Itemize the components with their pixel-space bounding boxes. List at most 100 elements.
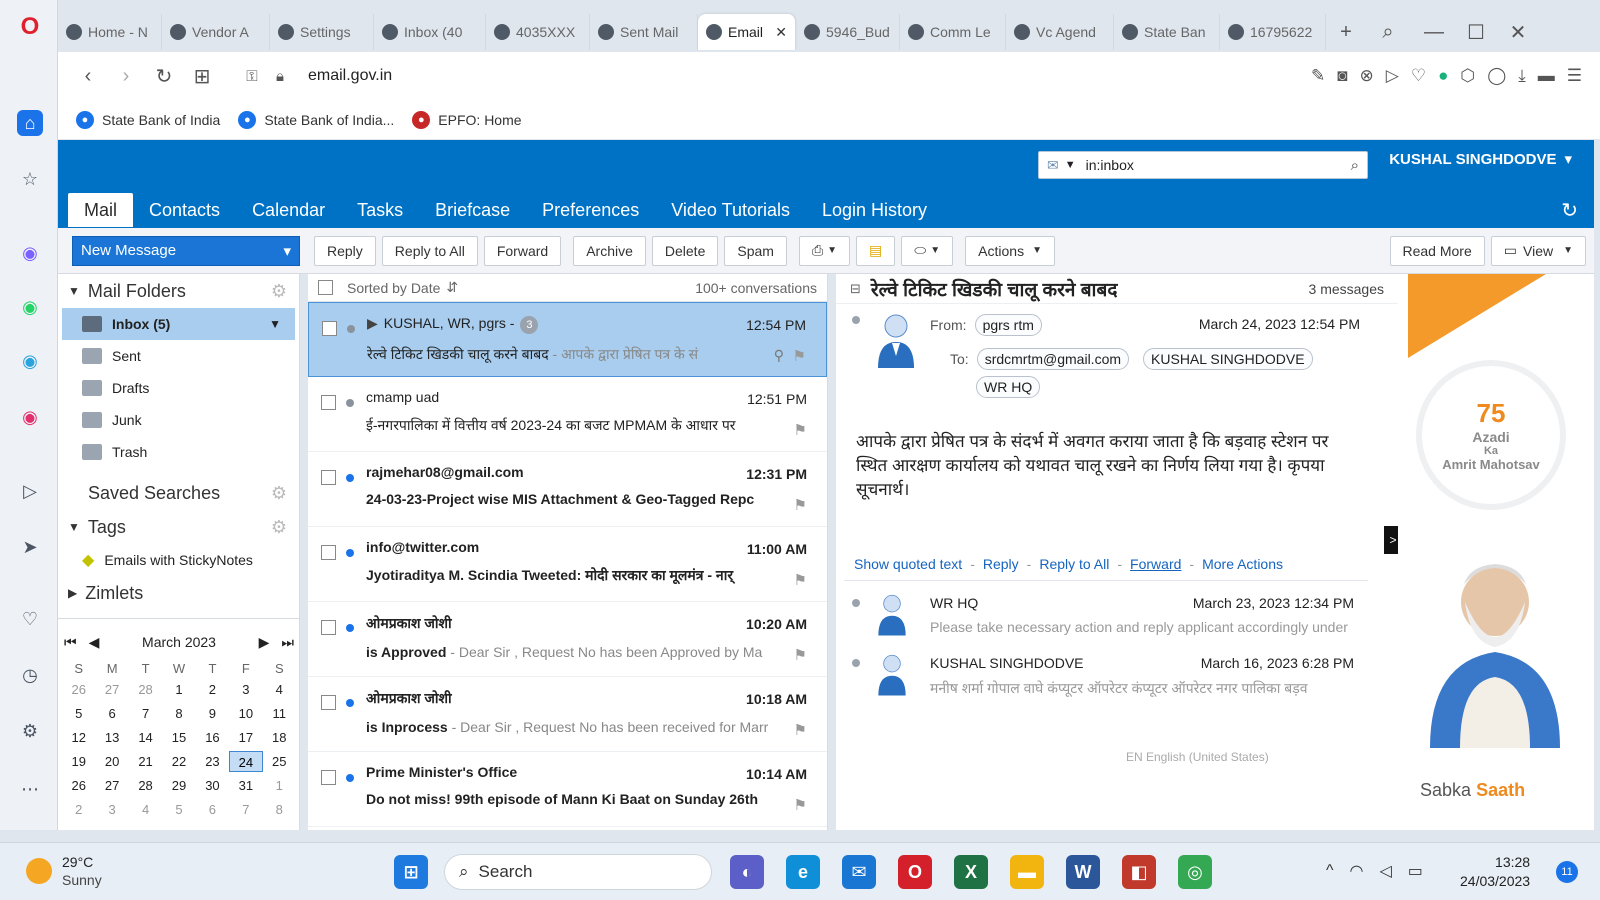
teams-icon[interactable]: ◐ [730, 855, 764, 889]
weather-widget[interactable]: 29°C Sunny [26, 853, 102, 889]
calendar-day[interactable]: 18 [263, 727, 296, 748]
browser-tab[interactable]: Vc Agend [1006, 14, 1114, 50]
file-explorer-icon[interactable]: ▬ [1010, 855, 1044, 889]
message-list-item[interactable]: ओमप्रकाश जोशी 10:20 AM is Approved - Dear … [308, 602, 827, 677]
collapse-icon[interactable]: ▼ [68, 520, 80, 534]
expand-icon[interactable]: ▶ [68, 586, 77, 600]
next-year-icon[interactable]: ⏭ [281, 634, 294, 651]
wifi-icon[interactable]: ◠ [1350, 861, 1364, 881]
tab-tasks[interactable]: Tasks [341, 193, 419, 227]
chevron-up-icon[interactable]: ^ [1326, 862, 1334, 880]
actions-button[interactable]: Actions ▼ [965, 235, 1055, 266]
calendar-day[interactable]: 5 [162, 799, 195, 820]
calendar-day[interactable]: 2 [196, 679, 229, 700]
minimize-icon[interactable]: — [1420, 18, 1448, 46]
search-icon[interactable]: ⌕ [1351, 157, 1359, 174]
reply-all-link[interactable]: Reply to All [1039, 556, 1109, 572]
thread-message[interactable]: KUSHAL SINGHDODVE March 16, 2023 6:28 PM म… [844, 641, 1368, 701]
archive-button[interactable]: Archive [573, 235, 646, 266]
calendar-day[interactable]: 4 [129, 799, 162, 820]
flag-icon[interactable]: ⚑ [793, 347, 806, 365]
flag-icon[interactable]: ⚑ [794, 646, 807, 664]
gear-icon[interactable]: ⚙ [271, 517, 287, 538]
calendar-day[interactable]: 16 [196, 727, 229, 748]
windows-start-icon[interactable]: ⊞ [394, 855, 428, 889]
to-chip[interactable]: srdcmrtm@gmail.com [976, 348, 1130, 370]
message-checkbox[interactable] [321, 545, 336, 560]
app-icon[interactable]: ◧ [1122, 855, 1156, 889]
browser-tab[interactable]: 4035XXX [486, 14, 590, 50]
notification-badge[interactable]: 11 [1556, 861, 1578, 883]
unread-dot[interactable] [346, 774, 354, 782]
folder-junk[interactable]: Junk [58, 404, 299, 436]
read-dot[interactable] [347, 325, 355, 333]
tab-contacts[interactable]: Contacts [133, 193, 236, 227]
bookmarks-star-icon[interactable]: ☆ [17, 166, 43, 192]
language-selector[interactable]: EN English (United States) [1126, 750, 1269, 764]
settings-gear-icon[interactable]: ⚙ [17, 718, 43, 744]
calendar-day[interactable]: 8 [263, 799, 296, 820]
calendar-day[interactable]: 9 [196, 703, 229, 724]
message-list-item[interactable]: info@twitter.com 11:00 AM Jyotiraditya M. … [308, 527, 827, 602]
thread-message[interactable]: WR HQ March 23, 2023 12:34 PM Please take … [844, 581, 1368, 641]
word-icon[interactable]: W [1066, 855, 1100, 889]
prev-year-icon[interactable]: ⏮ [64, 634, 77, 651]
message-list-item[interactable]: Prime Minister's Office 10:14 AM Do not mi… [308, 752, 827, 827]
new-message-button[interactable]: New Message ▾ [72, 235, 300, 266]
calendar-day[interactable]: 1 [263, 775, 296, 796]
tags-header[interactable]: ▼ Tags ⚙ [58, 510, 299, 544]
calendar-day[interactable]: 12 [62, 727, 95, 748]
ad-banner[interactable]: 75 Azadi Ka Amrit Mahotsav Sabka Saath [1398, 274, 1594, 830]
calendar-day[interactable]: 26 [62, 679, 95, 700]
select-all-checkbox[interactable] [318, 280, 333, 295]
edit-icon[interactable]: ✎ [1311, 66, 1325, 86]
message-checkbox[interactable] [321, 470, 336, 485]
prev-month-icon[interactable]: ◀ [89, 634, 100, 651]
reply-link[interactable]: Reply [983, 556, 1019, 572]
send-icon[interactable]: ➤ [17, 534, 43, 560]
unread-dot[interactable] [346, 474, 354, 482]
gear-icon[interactable]: ⚙ [271, 281, 287, 302]
tab-mail[interactable]: Mail [68, 193, 134, 227]
to-chip[interactable]: WR HQ [976, 376, 1041, 398]
forward-icon[interactable]: › [112, 62, 140, 90]
browser-tab[interactable]: Sent Mail [590, 14, 698, 50]
message-list-item[interactable]: rajmehar08@gmail.com 12:31 PM 24-03-23-Pro… [308, 452, 827, 527]
close-window-icon[interactable]: ✕ [1504, 18, 1532, 46]
calendar-day[interactable]: 26 [62, 775, 95, 796]
camera-icon[interactable]: ◙ [1337, 66, 1347, 86]
back-icon[interactable]: ‹ [74, 62, 102, 90]
flag-icon[interactable]: ⚑ [794, 796, 807, 814]
reply-button[interactable]: Reply [314, 235, 376, 266]
calendar-day[interactable]: 14 [129, 727, 162, 748]
read-more-button[interactable]: Read More [1389, 235, 1485, 266]
bookmark-sbi[interactable]: ● State Bank of India [76, 110, 220, 129]
search-input[interactable]: in:inbox [1086, 157, 1134, 173]
browser-tab[interactable]: Settings [270, 14, 374, 50]
flag-icon[interactable]: ⚑ [794, 571, 807, 589]
calendar-day[interactable]: 5 [62, 703, 95, 724]
folder-drafts[interactable]: Drafts [58, 372, 299, 404]
download-icon[interactable]: ⤓ [1518, 66, 1526, 86]
saved-searches-header[interactable]: Saved Searches ⚙ [58, 476, 299, 510]
calendar-day[interactable]: 10 [229, 703, 262, 724]
show-quoted-link[interactable]: Show quoted text [854, 556, 962, 572]
chevron-down-icon[interactable]: ▼ [1065, 159, 1076, 171]
chrome-icon[interactable]: ◎ [1178, 855, 1212, 889]
browser-tab[interactable]: 16795622 [1220, 14, 1326, 50]
calendar-day[interactable]: 2 [62, 799, 95, 820]
tab-calendar[interactable]: Calendar [236, 193, 341, 227]
block-icon[interactable]: ⊗ [1360, 66, 1374, 86]
sort-label[interactable]: Sorted by Date [347, 280, 440, 296]
heart-bookmark-icon[interactable]: ♡ [1411, 66, 1426, 86]
unread-dot[interactable] [346, 549, 354, 557]
more-icon[interactable]: ⋯ [17, 776, 43, 802]
send-tab-icon[interactable]: ▷ [1386, 66, 1399, 86]
message-checkbox[interactable] [321, 395, 336, 410]
maximize-icon[interactable]: ☐ [1462, 18, 1490, 46]
opera-taskbar-icon[interactable]: O [898, 855, 932, 889]
battery-icon[interactable]: ▭ [1408, 861, 1423, 881]
browser-tab[interactable]: 5946_Bud [796, 14, 900, 50]
delete-button[interactable]: Delete [651, 235, 719, 266]
collapse-thread-icon[interactable]: ⊟ [850, 281, 861, 297]
